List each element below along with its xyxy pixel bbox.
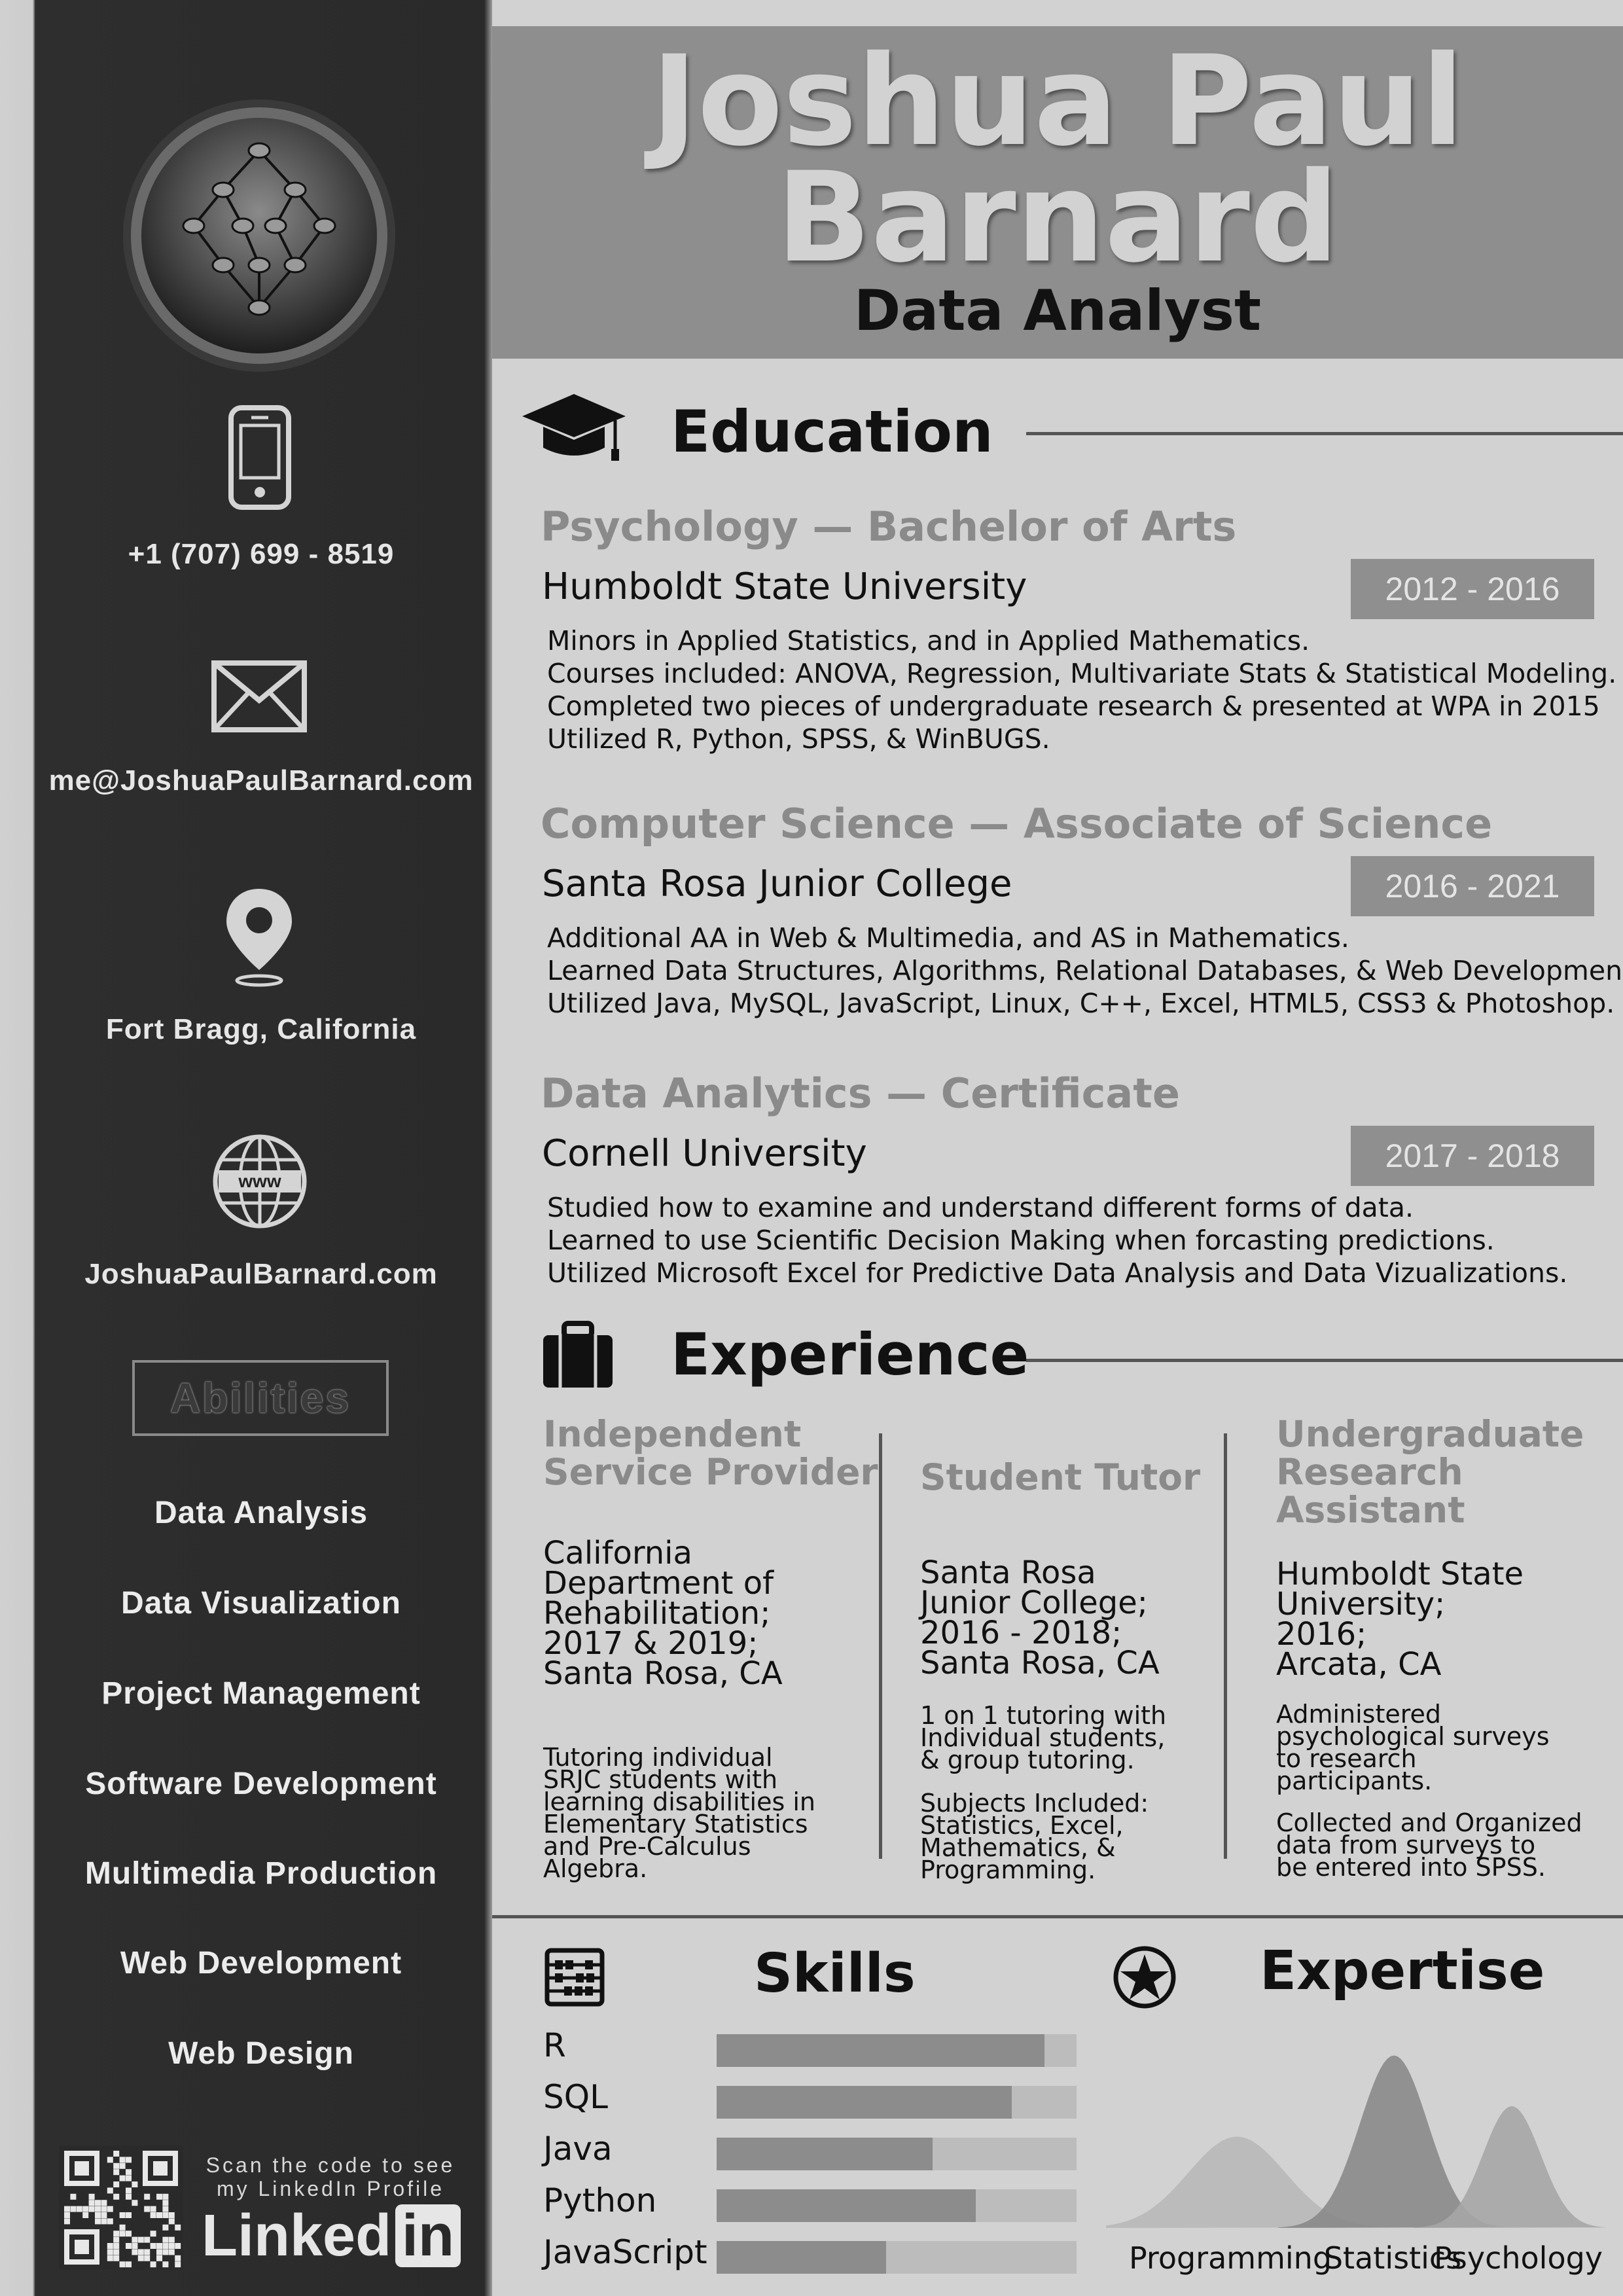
linkedin-logo[interactable]: Linked in: [202, 2203, 461, 2269]
expertise-label: Psychology: [1434, 2240, 1603, 2276]
experience-divider: [1026, 1359, 1623, 1362]
location-text: Fort Bragg, California: [105, 1013, 417, 1045]
ability-item: Data Visualization: [121, 1586, 401, 1621]
skill-name: SQL: [543, 2078, 608, 2116]
skill-name: Java: [543, 2130, 613, 2168]
location-pin-icon: [226, 889, 292, 987]
education-detail-line: Additional AA in Web & Multimedia, and A…: [547, 922, 1349, 954]
experience-organization: Rehabilitation;: [543, 1595, 771, 1632]
scan-line-2: my LinkedIn Profile: [216, 2177, 445, 2200]
ability-item: Multimedia Production: [84, 1856, 438, 1891]
experience-organization: California: [543, 1535, 692, 1571]
years-badge: 2017 - 2018: [1351, 1126, 1594, 1186]
skill-bar-track: [717, 2189, 1077, 2222]
education-detail-line: Learned to use Scientific Decision Makin…: [547, 1225, 1495, 1256]
skill-name: R: [543, 2026, 566, 2064]
experience-role-title: Assistant: [1276, 1489, 1465, 1531]
experience-organization: Humboldt State: [1276, 1556, 1524, 1592]
skill-bar-track: [717, 2138, 1077, 2170]
linkedin-scan-text: Scan the code to see my LinkedIn Profile: [196, 2153, 465, 2200]
experience-description: Programming.: [920, 1856, 1096, 1884]
skill-name: Python: [543, 2181, 657, 2219]
phone-number[interactable]: +1 (707) 699 - 8519: [35, 538, 487, 571]
www-label: www: [238, 1171, 281, 1191]
school-name: Cornell University: [542, 1132, 867, 1175]
skill-bar-fill: [717, 2241, 886, 2274]
education-detail-line: Utilized Microsoft Excel for Predictive …: [547, 1257, 1568, 1289]
briefcase-icon: [543, 1321, 613, 1388]
scan-line-1: Scan the code to see: [205, 2153, 455, 2177]
ability-item: Web Development: [120, 1946, 402, 1981]
experience-organization: University;: [1276, 1586, 1446, 1623]
years-badge: 2016 - 2021: [1351, 856, 1594, 916]
experience-organization: 2017 & 2019;: [543, 1625, 758, 1662]
education-detail-line: Utilized R, Python, SPSS, & WinBUGS.: [547, 723, 1050, 755]
abilities-heading: Abilities: [132, 1360, 389, 1436]
email-address[interactable]: me@JoshuaPaulBarnard.com: [35, 764, 487, 797]
skill-bar-fill: [717, 2034, 1044, 2067]
skill-bar-fill: [717, 2138, 933, 2170]
experience-organization: 2016;: [1276, 1616, 1367, 1653]
education-detail-line: Studied how to examine and understand di…: [547, 1192, 1414, 1223]
skill-bar-track: [717, 2034, 1077, 2067]
experience-description: & group tutoring.: [920, 1746, 1135, 1774]
experience-organization: Santa Rosa, CA: [920, 1645, 1160, 1681]
experience-organization: Santa Rosa: [920, 1554, 1096, 1591]
experience-role-title: Student Tutor: [920, 1456, 1201, 1498]
years-badge: 2012 - 2016: [1351, 559, 1594, 619]
experience-organization: 2016 - 2018;: [920, 1615, 1122, 1651]
linkedin-qr-code[interactable]: [59, 2145, 183, 2270]
education-detail-line: Utilized Java, MySQL, JavaScript, Linux,…: [547, 988, 1615, 1019]
phone-icon: [228, 405, 291, 510]
education-divider: [1026, 432, 1623, 435]
experience-organization: Junior College;: [920, 1585, 1148, 1621]
experience-column-divider-1: [879, 1433, 882, 1859]
experience-role-title: Independent: [543, 1413, 802, 1455]
linkedin-in-icon: in: [395, 2204, 461, 2267]
school-name: Santa Rosa Junior College: [542, 863, 1012, 905]
experience-role-title: Undergraduate: [1276, 1413, 1584, 1455]
graduation-cap-icon: [522, 394, 626, 461]
skill-bar-track: [717, 2241, 1077, 2274]
expertise-label: Programming: [1129, 2240, 1332, 2276]
skills-divider: [492, 1915, 1623, 1918]
education-detail-line: Courses included: ANOVA, Regression, Mul…: [547, 658, 1617, 689]
envelope-icon: [211, 660, 307, 732]
degree-title: Data Analytics — Certificate: [541, 1069, 1180, 1117]
experience-description: be entered into SPSS.: [1276, 1853, 1546, 1882]
ability-item: Project Management: [101, 1676, 421, 1711]
experience-role-title: Service Provider: [543, 1451, 878, 1493]
experience-role-title: Research: [1276, 1451, 1463, 1493]
skill-bar-fill: [717, 2189, 976, 2222]
ability-item: Web Design: [168, 2036, 354, 2071]
experience-column-divider-2: [1224, 1433, 1227, 1859]
degree-title: Psychology — Bachelor of Arts: [541, 503, 1237, 550]
education-detail-line: Learned Data Structures, Algorithms, Rel…: [547, 955, 1623, 986]
skill-bar-fill: [717, 2086, 1012, 2119]
experience-organization: Department of: [543, 1565, 774, 1602]
profile-network-icon: [123, 99, 395, 372]
experience-organization: Arcata, CA: [1276, 1646, 1442, 1683]
education-heading: Education: [671, 398, 993, 465]
website-link[interactable]: JoshuaPaulBarnard.com: [35, 1258, 487, 1291]
degree-title: Computer Science — Associate of Science: [541, 800, 1493, 848]
skill-name: JavaScript: [543, 2233, 707, 2271]
ability-item: Software Development: [85, 1767, 437, 1801]
experience-organization: Santa Rosa, CA: [543, 1655, 783, 1692]
linkedin-logo-text: Linked: [202, 2203, 392, 2269]
experience-heading: Experience: [671, 1321, 1029, 1388]
experience-description: Algebra.: [543, 1854, 648, 1883]
job-title: Data Analyst: [853, 278, 1262, 344]
globe-icon: www: [213, 1134, 307, 1229]
school-name: Humboldt State University: [542, 565, 1027, 608]
education-detail-line: Completed two pieces of undergraduate re…: [547, 691, 1600, 722]
education-detail-line: Minors in Applied Statistics, and in App…: [547, 625, 1310, 656]
ability-item: Data Analysis: [154, 1496, 368, 1530]
expertise-chart: ProgrammingStatisticsPsychology: [1106, 2055, 1607, 2276]
name-second-line: Barnard: [776, 145, 1339, 290]
skills-heading: Skills: [754, 1943, 916, 2005]
experience-description: participants.: [1276, 1767, 1433, 1795]
skill-bar-track: [717, 2086, 1077, 2119]
abacus-icon: [544, 1948, 605, 2007]
